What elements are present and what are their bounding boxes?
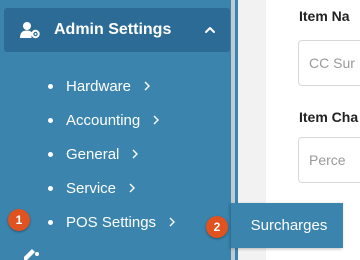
sidebar-item-general[interactable]: General [48, 143, 139, 165]
chevron-right-icon [144, 81, 151, 91]
bullet-icon [48, 83, 53, 89]
sidebar-item-label: Service [66, 179, 117, 197]
sidebar-item-hardware[interactable]: Hardware [48, 75, 151, 97]
sidebar-item-service[interactable]: Service [48, 177, 136, 199]
item-name-input[interactable]: CC Sur [298, 40, 360, 86]
edit-icon[interactable] [22, 248, 40, 260]
sidebar-item-label: POS Settings [66, 213, 157, 231]
admin-settings-header[interactable]: Admin Settings [4, 8, 230, 52]
chevron-right-icon [132, 149, 139, 159]
user-gear-icon [20, 22, 40, 39]
sidebar: Admin Settings Hardware Accounting Gener… [0, 0, 238, 260]
item-name-label: Item Na [299, 8, 350, 24]
sidebar-item-label: Hardware [66, 77, 132, 95]
submenu-item-surcharges[interactable]: Surcharges [231, 203, 343, 248]
sidebar-item-label: General [66, 145, 120, 163]
bullet-icon [48, 151, 53, 157]
bullet-icon [48, 117, 53, 123]
sidebar-item-label: Accounting [66, 111, 141, 129]
step-badge-1: 1 [8, 209, 30, 231]
bullet-icon [48, 185, 53, 191]
sidebar-item-pos-settings[interactable]: POS Settings [48, 211, 176, 233]
sidebar-item-accounting[interactable]: Accounting [48, 109, 160, 131]
chevron-right-icon [129, 183, 136, 193]
bullet-icon [48, 219, 53, 225]
chevron-up-icon [205, 27, 215, 33]
submenu-item-label: Surcharges [250, 217, 328, 234]
item-charge-label: Item Cha [299, 109, 359, 125]
chevron-right-icon [153, 115, 160, 125]
admin-settings-title: Admin Settings [54, 21, 172, 38]
step-badge-2: 2 [206, 216, 228, 238]
item-charge-input[interactable]: Perce [298, 137, 360, 183]
chevron-right-icon [169, 217, 176, 227]
